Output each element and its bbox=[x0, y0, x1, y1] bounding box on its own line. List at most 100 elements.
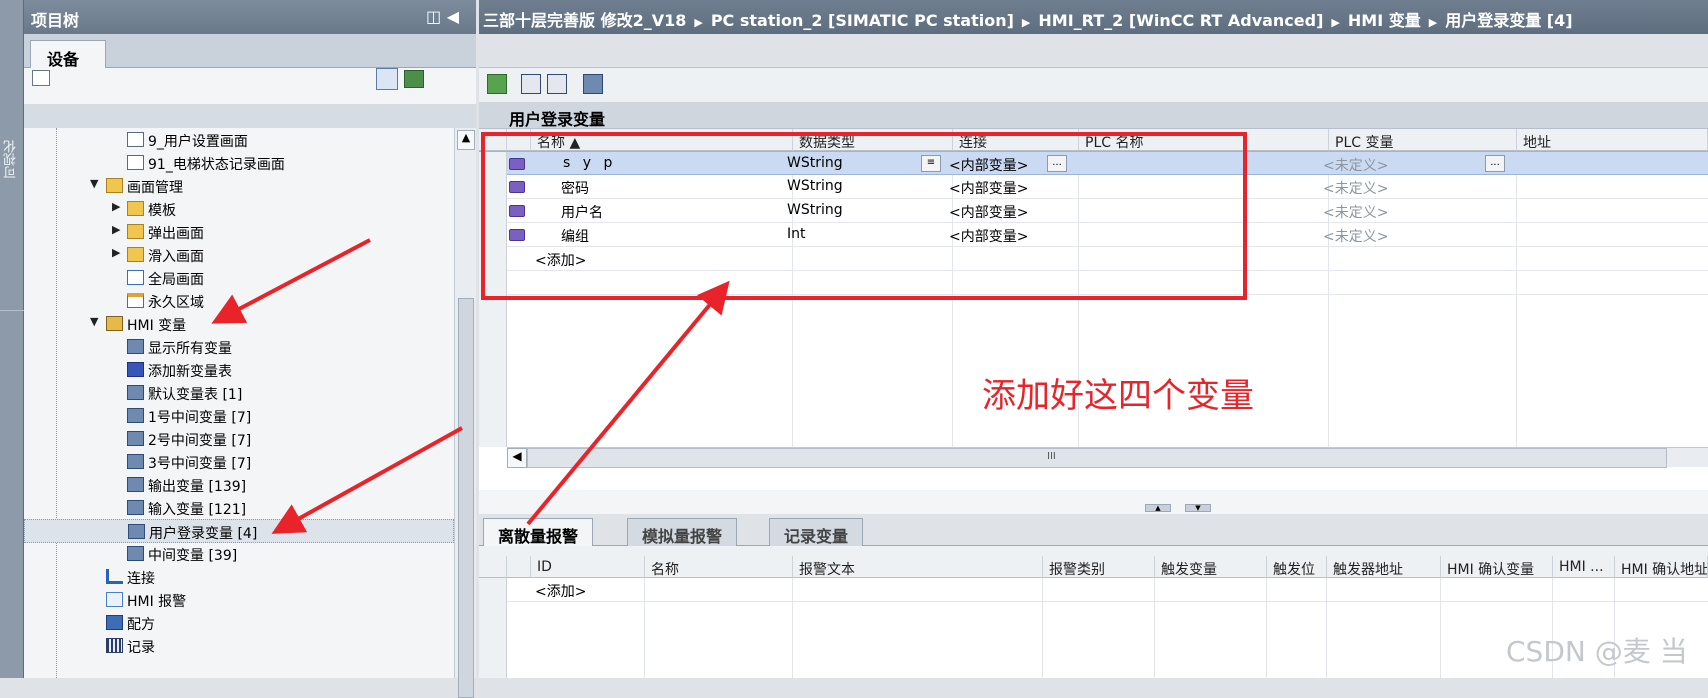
tree-item-hmi-tags[interactable]: ▼ HMI 变量 bbox=[24, 312, 454, 336]
column-header-trigger-address[interactable]: 触发器地址 bbox=[1327, 556, 1441, 578]
breadcrumb-current[interactable]: 用户登录变量 [4] bbox=[1445, 11, 1572, 30]
collapsed-triangle-icon[interactable]: ▶ bbox=[112, 246, 120, 259]
tree-item-recipes[interactable]: 配方 bbox=[24, 611, 454, 635]
hmi-tags-folder-icon bbox=[106, 316, 123, 331]
column-header-hmi-more[interactable]: HMI ... bbox=[1553, 556, 1615, 578]
column-header-address[interactable]: 地址 bbox=[1517, 129, 1708, 151]
column-header-trigger-bit[interactable]: 触发位 bbox=[1267, 556, 1327, 578]
tree-item-user-login-tags[interactable]: 用户登录变量 [4] bbox=[24, 519, 454, 543]
tree-item-label: 添加新变量表 bbox=[148, 364, 232, 380]
collapse-panel-icon[interactable]: ◫ ◀ bbox=[426, 7, 459, 26]
tree-item-output-tags[interactable]: 输出变量 [139] bbox=[24, 473, 454, 497]
expand-triangle-icon[interactable]: ▼ bbox=[90, 315, 98, 328]
scroll-thumb[interactable] bbox=[458, 298, 474, 698]
global-screen-icon bbox=[127, 270, 144, 285]
splitter-down-icon[interactable]: ▼ bbox=[1185, 504, 1211, 512]
scroll-up-icon[interactable]: ▲ bbox=[457, 130, 475, 150]
tree-item-global-screen[interactable]: 全局画面 bbox=[24, 266, 454, 290]
tag-table-title-bar: 用户登录变量 bbox=[479, 102, 1708, 129]
tree-item-permanent-area[interactable]: 永久区域 bbox=[24, 289, 454, 313]
folder-icon bbox=[106, 178, 123, 193]
breadcrumb-hmi-tags[interactable]: HMI 变量 bbox=[1348, 11, 1421, 30]
column-header-plc-tag[interactable]: PLC 变量 bbox=[1329, 129, 1517, 151]
connections-icon bbox=[106, 569, 123, 584]
vertical-strip-label[interactable]: 可视化 bbox=[2, 140, 22, 179]
row-selector[interactable] bbox=[479, 578, 507, 602]
tree-item-label: 用户登录变量 [4] bbox=[149, 526, 258, 542]
column-divider bbox=[792, 578, 793, 678]
tree-filter-icon[interactable] bbox=[404, 70, 424, 88]
cell-plc-tag[interactable]: <未定义> bbox=[1323, 226, 1388, 246]
editor-tab-strip bbox=[479, 34, 1708, 68]
tree-item-hmi-alarms[interactable]: HMI 报警 bbox=[24, 588, 454, 612]
tree-properties-icon[interactable] bbox=[32, 70, 50, 86]
tree-item-label: 输入变量 [121] bbox=[148, 502, 247, 518]
tree-item-middle-tags[interactable]: 中间变量 [39] bbox=[24, 542, 454, 566]
tree-item-user-settings-screen[interactable]: 9_用户设置画面 bbox=[24, 128, 454, 152]
add-alarm-cell[interactable]: <添加> bbox=[535, 581, 586, 601]
splitter-up-icon[interactable]: ▲ bbox=[1145, 504, 1171, 512]
panel-splitter[interactable]: ▲ ▼ bbox=[479, 460, 1708, 512]
left-vertical-strip[interactable]: 可视化 bbox=[0, 0, 24, 678]
column-header-alarm-name[interactable]: 名称 bbox=[645, 556, 793, 578]
tag-settings-icon[interactable] bbox=[583, 74, 603, 94]
tag-table-icon bbox=[127, 500, 144, 515]
tree-item-label: 输出变量 [139] bbox=[148, 479, 247, 495]
breadcrumb-hmi[interactable]: HMI_RT_2 [WinCC RT Advanced] bbox=[1038, 11, 1323, 30]
tree-item-add-tag-table[interactable]: 添加新变量表 bbox=[24, 358, 454, 382]
tree-item-label: 永久区域 bbox=[148, 295, 204, 311]
mail-icon bbox=[106, 592, 123, 607]
tree-item-screen-management[interactable]: ▼ 画面管理 bbox=[24, 174, 454, 198]
collapsed-triangle-icon[interactable]: ▶ bbox=[112, 200, 120, 213]
column-header-hmi-ack-tag[interactable]: HMI 确认变量 bbox=[1441, 556, 1553, 578]
tree-item-connections[interactable]: 连接 bbox=[24, 565, 454, 589]
column-header-alarm-class[interactable]: 报警类别 bbox=[1043, 556, 1155, 578]
column-header-hmi-ack-address[interactable]: HMI 确认地址 bbox=[1615, 556, 1708, 578]
tree-item-middle-tags-1[interactable]: 1号中间变量 [7] bbox=[24, 404, 454, 428]
tag-table-icon bbox=[127, 431, 144, 446]
column-divider bbox=[1326, 578, 1327, 678]
tag-editor-panel: 三部十层完善版 修改2_V18 ▶ PC station_2 [SIMATIC PC… bbox=[479, 0, 1708, 678]
import-icon[interactable] bbox=[547, 74, 567, 94]
tree-item-default-tag-table[interactable]: 默认变量表 [1] bbox=[24, 381, 454, 405]
export-icon[interactable] bbox=[521, 74, 541, 94]
tree-item-show-all-tags[interactable]: 显示所有变量 bbox=[24, 335, 454, 359]
expand-triangle-icon[interactable]: ▼ bbox=[90, 177, 98, 190]
tab-discrete-alarms[interactable]: 离散量报警 bbox=[483, 518, 594, 546]
tree-item-slidein-screens[interactable]: ▶ 滑入画面 bbox=[24, 243, 454, 267]
tree-item-middle-tags-2[interactable]: 2号中间变量 [7] bbox=[24, 427, 454, 451]
annotation-text: 添加好这四个变量 bbox=[982, 376, 1254, 416]
tab-devices[interactable]: 设备 bbox=[30, 40, 106, 69]
column-header-alarm-text[interactable]: 报警文本 bbox=[793, 556, 1043, 578]
column-header-id[interactable]: ID bbox=[531, 556, 645, 578]
tree-item-templates[interactable]: ▶ 模板 bbox=[24, 197, 454, 221]
plc-tag-browse-button[interactable]: ... bbox=[1485, 155, 1505, 172]
tree-item-popup-screens[interactable]: ▶ 弹出画面 bbox=[24, 220, 454, 244]
tree-item-label: 全局画面 bbox=[148, 272, 204, 288]
tree-item-label: 1号中间变量 [7] bbox=[148, 410, 252, 426]
tree-item-elevator-status-screen[interactable]: 91_电梯状态记录画面 bbox=[24, 151, 454, 175]
cell-plc-tag[interactable]: <未定义> bbox=[1323, 178, 1388, 198]
breadcrumb-project[interactable]: 三部十层完善版 修改2_V18 bbox=[483, 11, 686, 30]
breadcrumb-station[interactable]: PC station_2 [SIMATIC PC station] bbox=[711, 11, 1014, 30]
folder-icon bbox=[127, 224, 144, 239]
tree-item-logs[interactable]: 记录 bbox=[24, 634, 454, 658]
watermark: CSDN @麦 当 bbox=[1506, 635, 1688, 668]
tab-logging-tags[interactable]: 记录变量 bbox=[769, 518, 864, 546]
tree-item-middle-tags-3[interactable]: 3号中间变量 [7] bbox=[24, 450, 454, 474]
add-tag-icon[interactable] bbox=[487, 74, 507, 94]
annotation-highlight-box bbox=[481, 132, 1247, 300]
icon-column-header bbox=[507, 556, 531, 578]
collapsed-triangle-icon[interactable]: ▶ bbox=[112, 223, 120, 236]
tree-item-input-tags[interactable]: 输入变量 [121] bbox=[24, 496, 454, 520]
cell-plc-tag[interactable]: <未定义> bbox=[1323, 155, 1388, 175]
column-header-trigger-tag[interactable]: 触发变量 bbox=[1155, 556, 1267, 578]
folder-icon bbox=[127, 201, 144, 216]
tab-analog-alarms[interactable]: 模拟量报警 bbox=[627, 518, 738, 546]
column-divider bbox=[1154, 578, 1155, 678]
column-divider bbox=[644, 578, 645, 678]
tree-view-icon[interactable] bbox=[376, 68, 398, 90]
tree-vertical-scrollbar[interactable]: ▲ bbox=[454, 128, 476, 698]
alarm-add-row[interactable]: <添加> bbox=[479, 578, 1708, 602]
cell-plc-tag[interactable]: <未定义> bbox=[1323, 202, 1388, 222]
